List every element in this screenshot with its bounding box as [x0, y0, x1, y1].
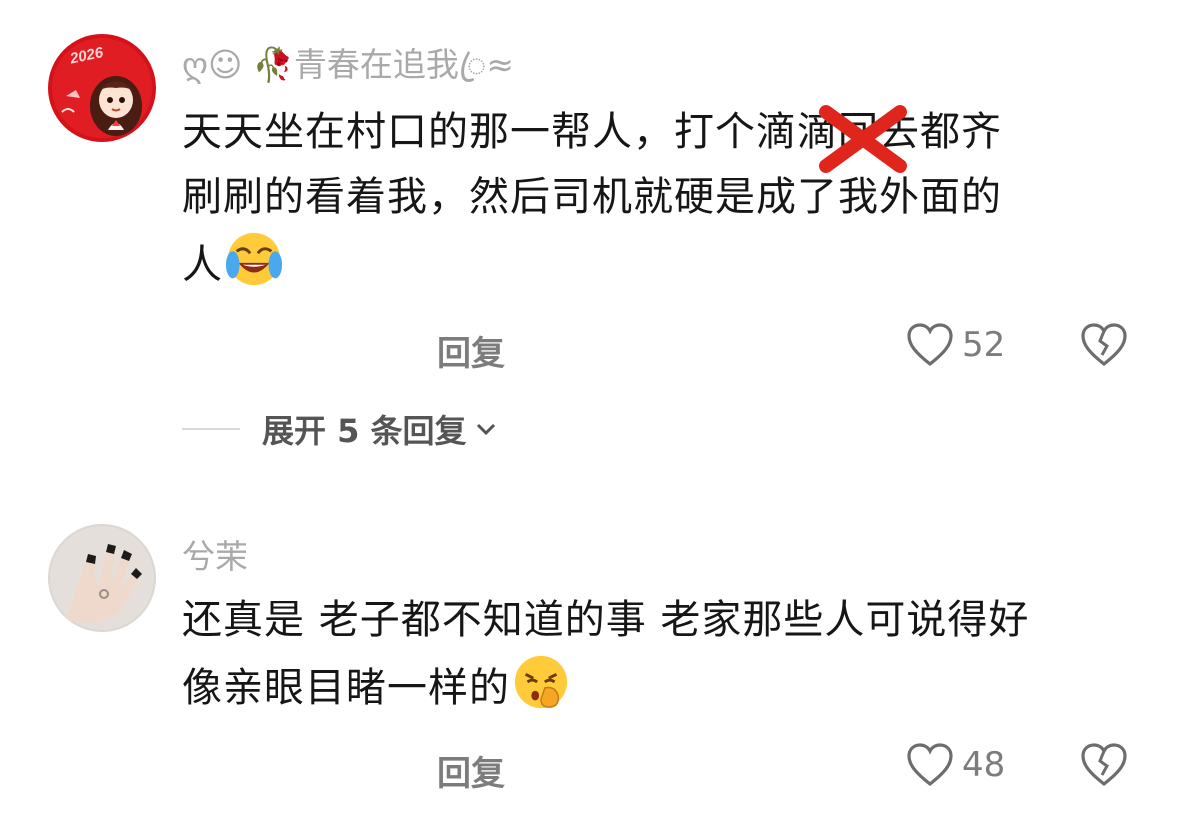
- avatar[interactable]: [48, 524, 156, 632]
- dislike-button[interactable]: [1080, 322, 1128, 372]
- like-button[interactable]: 48: [906, 742, 1005, 788]
- dislike-button[interactable]: [1080, 742, 1128, 792]
- laughing-crying-emoji-icon: [225, 232, 283, 286]
- reply-button[interactable]: 回复: [437, 326, 505, 375]
- comment-line: 像亲眼目睹一样的: [182, 653, 1122, 721]
- comment-body: 还真是 老子都不知道的事 老家那些人可说得好 像亲眼目睹一样的: [182, 588, 1122, 721]
- expand-replies-button[interactable]: 展开 5 条回复: [182, 406, 499, 452]
- broken-heart-icon: [1081, 743, 1127, 787]
- chevron-down-icon: [476, 423, 495, 436]
- comment-line: 刷刷的看着我，然后司机就硬是成了我外面的: [182, 174, 1002, 220]
- comment-body: 天天坐在村口的那一帮人，打个滴滴回去都齐 刷刷的看着我，然后司机就硬是成了我外面…: [182, 100, 1122, 298]
- like-count: 52: [962, 325, 1006, 365]
- divider-line: [182, 428, 240, 430]
- avatar[interactable]: 2026: [48, 34, 156, 142]
- heart-icon: [907, 743, 953, 787]
- shushing-face-emoji-icon: [514, 655, 568, 709]
- like-button[interactable]: 52: [906, 322, 1005, 368]
- username-text: 兮茉: [182, 537, 248, 576]
- username-text: ღ☺ 🥀青春在追我ꦿ≈: [182, 45, 515, 84]
- comment-line: 天天坐在村口的那一帮人，打个滴滴回去都齐: [182, 109, 1002, 155]
- broken-heart-icon: [1081, 323, 1127, 367]
- comment-line: 还真是 老子都不知道的事 老家那些人可说得好: [182, 597, 1030, 643]
- comment-line: 人: [182, 230, 1122, 298]
- like-count: 48: [962, 745, 1006, 785]
- heart-icon: [907, 323, 953, 367]
- reply-button[interactable]: 回复: [437, 746, 505, 795]
- username[interactable]: ღ☺ 🥀青春在追我ꦿ≈: [182, 38, 514, 107]
- red-x-mark-icon: [819, 105, 907, 173]
- username[interactable]: 兮茉: [182, 530, 248, 578]
- expand-replies-label: 展开 5 条回复: [262, 412, 467, 450]
